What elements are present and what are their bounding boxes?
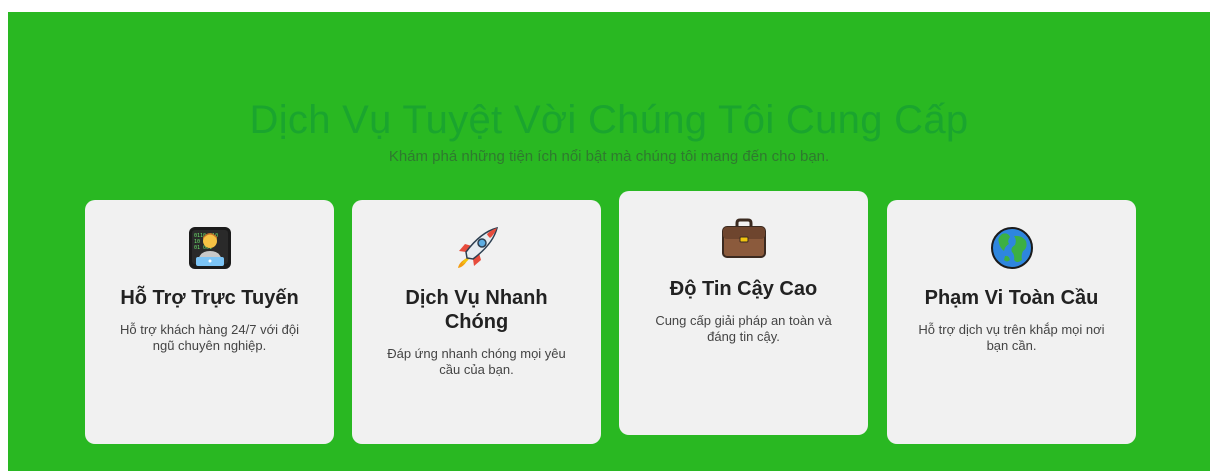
globe-icon	[990, 227, 1033, 269]
technologist-icon: 0110 010 10 110 01 001	[188, 227, 231, 269]
service-card-high-reliability: Độ Tin Cậy Cao Cung cấp giải pháp an toà…	[619, 191, 868, 435]
card-title: Hỗ Trợ Trực Tuyến	[120, 287, 299, 309]
card-description: Đáp ứng nhanh chóng mọi yêu cầu của bạn.	[387, 346, 566, 377]
services-section: Dịch Vụ Tuyệt Vời Chúng Tôi Cung Cấp Khá…	[8, 12, 1210, 471]
service-card-fast-service: Dịch Vụ Nhanh Chóng Đáp ứng nhanh chóng …	[352, 200, 601, 444]
card-title: Độ Tin Cậy Cao	[669, 278, 818, 300]
section-title: Dịch Vụ Tuyệt Vời Chúng Tôi Cung Cấp	[249, 98, 969, 142]
service-card-online-support: 0110 010 10 110 01 001 Hỗ Trợ Trực Tuyến…	[85, 200, 334, 444]
card-description: Hỗ trợ khách hàng 24/7 với đội ngũ chuyê…	[120, 322, 299, 353]
card-description: Cung cấp giải pháp an toàn và đáng tin c…	[655, 313, 832, 344]
service-card-global-reach: Phạm Vi Toàn Cầu Hỗ trợ dịch vụ trên khắ…	[887, 200, 1136, 444]
card-title: Dịch Vụ Nhanh Chóng	[405, 287, 548, 333]
card-description: Hỗ trợ dịch vụ trên khắp mọi nơi bạn cần…	[918, 322, 1105, 353]
section-subtitle: Khám phá những tiện ích nổi bật mà chúng…	[388, 148, 830, 165]
card-title: Phạm Vi Toàn Cầu	[924, 287, 1099, 309]
briefcase-icon	[721, 218, 766, 258]
rocket-icon	[457, 226, 498, 268]
